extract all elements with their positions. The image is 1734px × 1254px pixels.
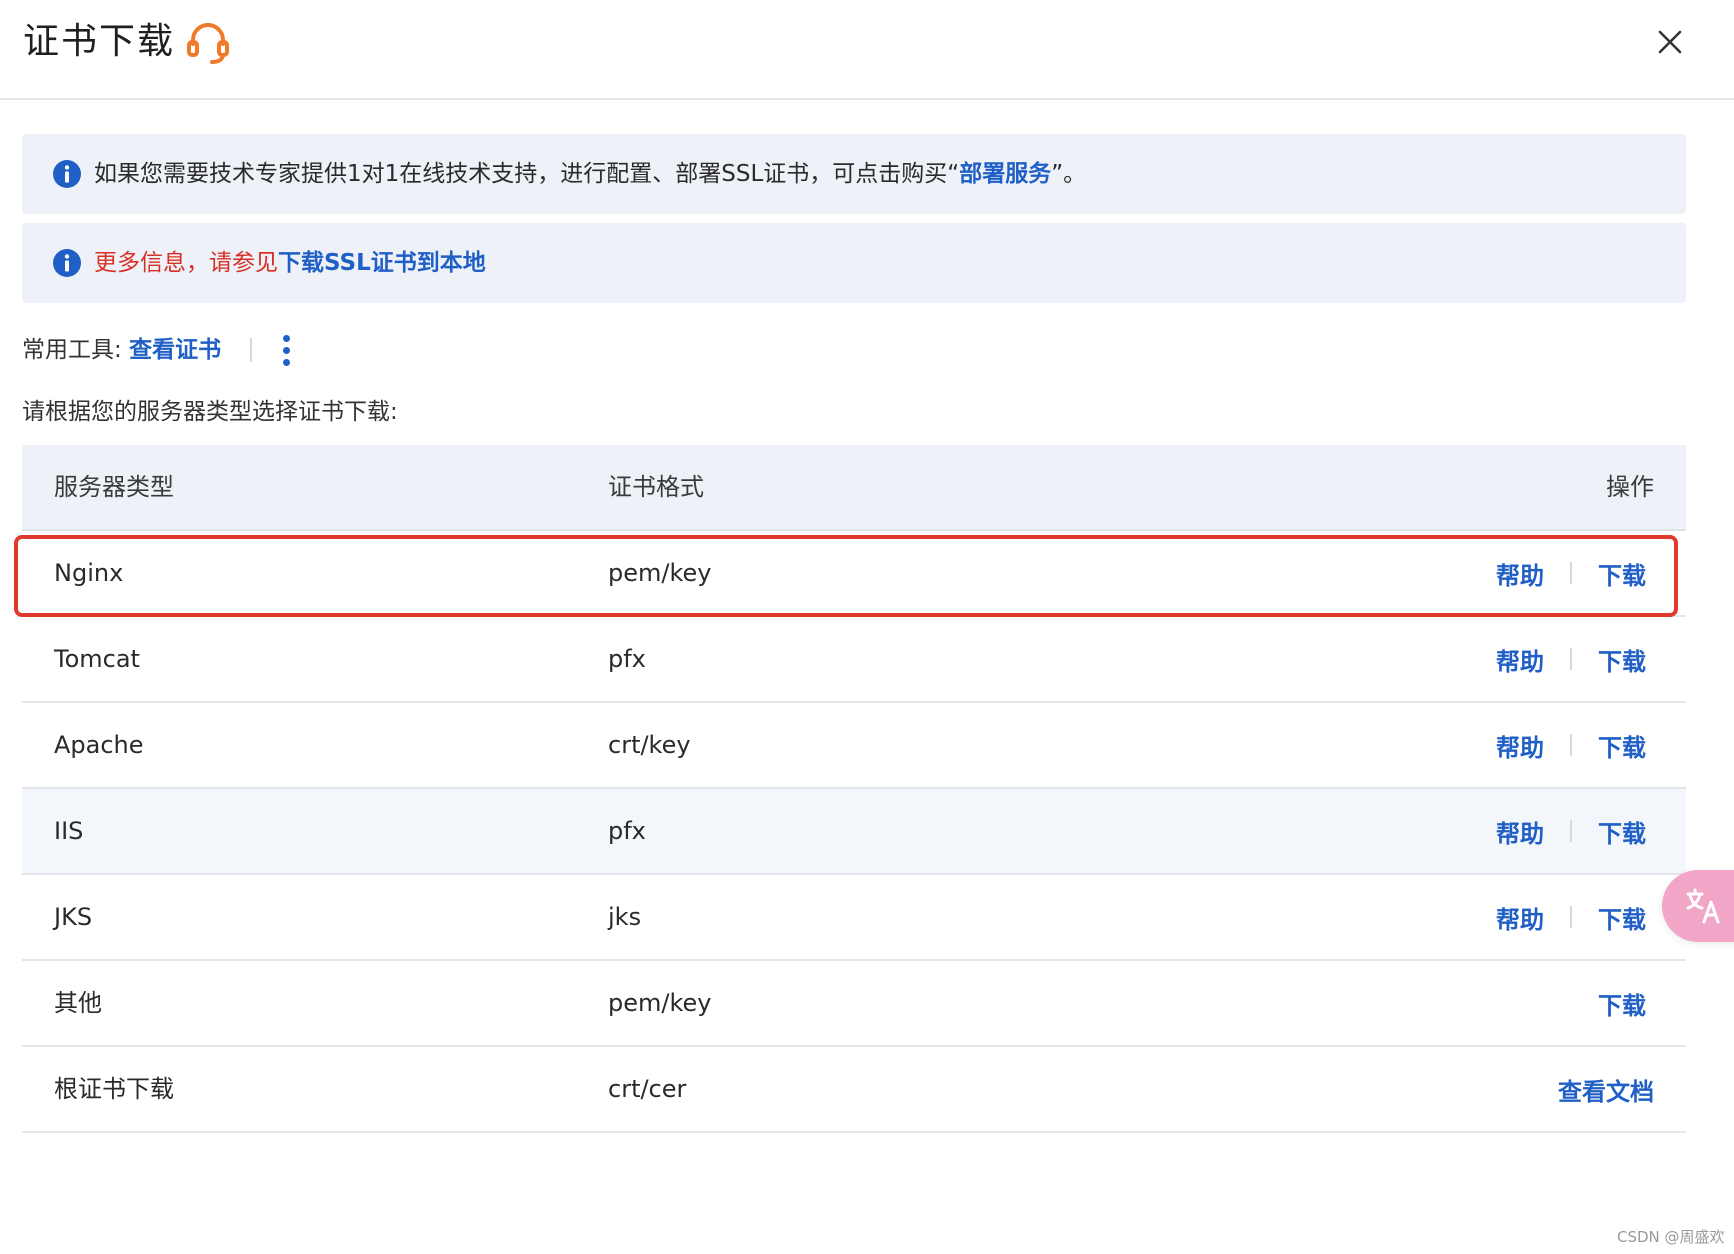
server-type-cell: 其他 [54,989,102,1017]
translate-icon [1686,888,1720,924]
help-link[interactable]: 帮助 [1496,728,1544,763]
row-actions: 查看文档 [1558,1047,1654,1131]
close-icon [1658,30,1682,54]
server-type-cell: 根证书下载 [54,1075,174,1103]
view-certificate-link[interactable]: 查看证书 [129,337,221,363]
help-link[interactable]: 帮助 [1496,556,1544,591]
download-ssl-doc-link[interactable]: 下载SSL证书到本地 [278,250,486,276]
more-dot-icon [283,347,290,354]
action-divider [1570,648,1572,670]
tools-divider [250,338,252,362]
table-row: Tomcat pfx 帮助 下载 [22,617,1686,703]
cert-format-cell: pfx [608,817,646,845]
header-server-type: 服务器类型 [54,473,174,501]
row-actions: 帮助 下载 [1496,875,1646,959]
alert-text: 更多信息，请参见下载SSL证书到本地 [94,223,486,303]
download-link[interactable]: 下载 [1598,814,1646,849]
table-row: Apache crt/key 帮助 下载 [22,703,1686,789]
instruction-text: 请根据您的服务器类型选择证书下载: [22,399,398,425]
deploy-service-alert: 如果您需要技术专家提供1对1在线技术支持，进行配置、部署SSL证书，可点击购买“… [22,134,1686,214]
cert-format-cell: pem/key [608,989,712,1017]
table-header: 服务器类型 证书格式 操作 [22,445,1686,531]
table-row: IIS pfx 帮助 下载 [22,789,1686,875]
row-actions: 下载 [1598,961,1646,1045]
certificate-download-dialog: 证书下载 如果您需要技术专家提供1对1在线技术支持，进行配置、部署SSL证书，可… [0,0,1734,1254]
tools-label: 常用工具: [22,337,122,363]
cert-format-cell: crt/cer [608,1075,687,1103]
download-link[interactable]: 下载 [1598,900,1646,935]
more-tools-button[interactable] [270,330,302,370]
cert-format-cell: pem/key [608,559,712,587]
close-button[interactable] [1652,20,1688,64]
more-info-prefix: 更多信息，请参见 [94,250,278,276]
download-link[interactable]: 下载 [1598,642,1646,677]
info-icon [53,249,81,277]
action-divider [1570,562,1572,584]
header-action: 操作 [1606,473,1654,501]
cert-format-cell: pfx [608,645,646,673]
dialog-title: 证书下载 [23,21,176,62]
header-cert-format: 证书格式 [608,473,704,501]
help-link[interactable]: 帮助 [1496,642,1544,677]
alert-text: 如果您需要技术专家提供1对1在线技术支持，进行配置、部署SSL证书，可点击购买“… [94,134,1086,214]
action-divider [1570,734,1572,756]
help-link[interactable]: 帮助 [1496,900,1544,935]
row-actions: 帮助 下载 [1496,789,1646,873]
table-row: 根证书下载 crt/cer 查看文档 [22,1047,1686,1133]
download-link[interactable]: 下载 [1598,556,1646,591]
action-divider [1570,820,1572,842]
row-actions: 帮助 下载 [1496,617,1646,701]
download-link[interactable]: 下载 [1598,986,1646,1021]
alert-text-before: 如果您需要技术专家提供1对1在线技术支持，进行配置、部署SSL证书，可点击购买“ [94,161,960,187]
help-link[interactable]: 帮助 [1496,814,1544,849]
action-divider [1570,906,1572,928]
alert-text-after: ”。 [1051,161,1087,187]
more-info-alert: 更多信息，请参见下载SSL证书到本地 [22,223,1686,303]
translate-button[interactable] [1662,870,1734,942]
table-row: 其他 pem/key 下载 [22,961,1686,1047]
row-actions: 帮助 下载 [1496,703,1646,787]
server-type-cell: JKS [54,903,93,931]
common-tools: 常用工具: 查看证书 [22,328,290,372]
dialog-header: 证书下载 [0,0,1734,100]
server-type-cell: Nginx [54,559,124,587]
more-dot-icon [283,335,290,342]
certificate-table: 服务器类型 证书格式 操作 Nginx pem/key 帮助 下载 Tomcat… [22,445,1686,1133]
info-icon [53,160,81,188]
headset-icon[interactable] [184,18,232,66]
table-row: JKS jks 帮助 下载 [22,875,1686,961]
cert-format-cell: jks [608,903,642,931]
server-type-cell: IIS [54,817,84,845]
cert-format-cell: crt/key [608,731,691,759]
download-link[interactable]: 下载 [1598,728,1646,763]
watermark: CSDN @周盛欢 [1617,1228,1725,1246]
row-actions: 帮助 下载 [1496,531,1646,615]
view-document-link[interactable]: 查看文档 [1558,1072,1654,1107]
deploy-service-link[interactable]: 部署服务 [959,161,1051,187]
server-type-cell: Apache [54,731,144,759]
table-row: Nginx pem/key 帮助 下载 [22,531,1686,617]
more-dot-icon [283,359,290,366]
server-type-cell: Tomcat [54,645,140,673]
